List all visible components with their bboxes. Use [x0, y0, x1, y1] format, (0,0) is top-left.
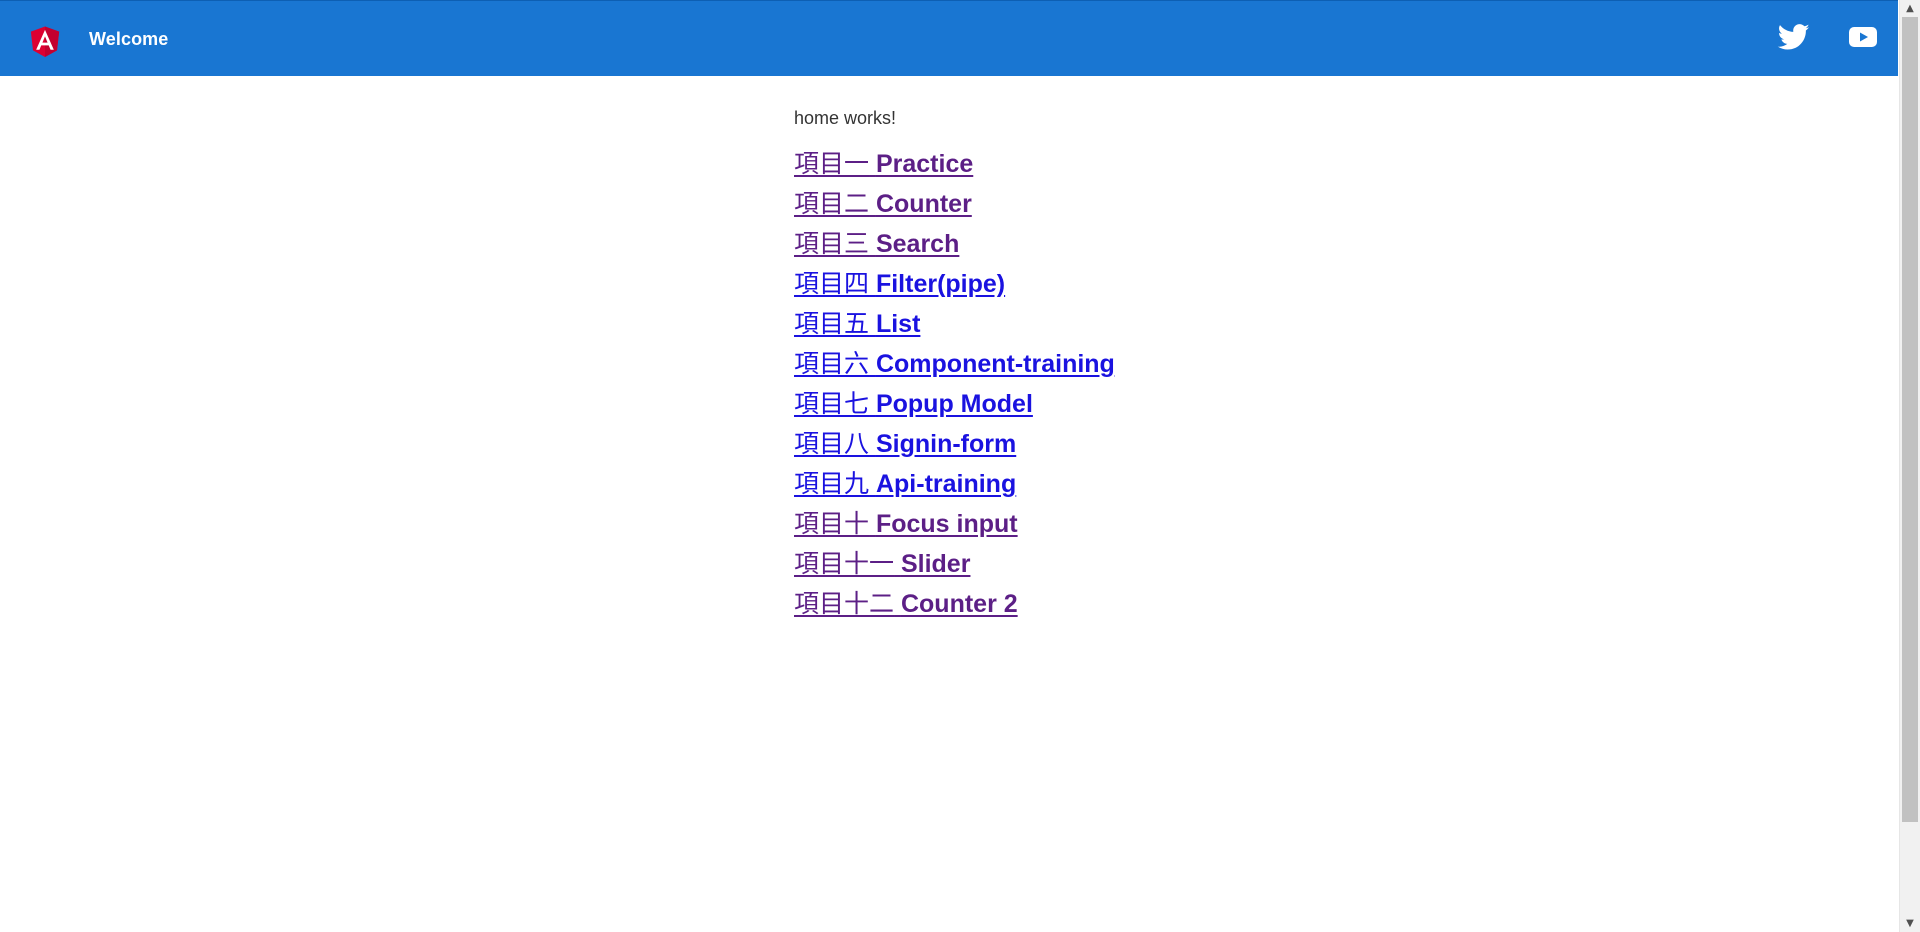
scrollbar-thumb[interactable]: [1902, 17, 1918, 822]
list-item: 項目三 Search: [794, 226, 1494, 266]
main-content: home works! 項目一 Practice 項目二 Counter 項目三 S…: [794, 106, 1494, 626]
project-link-label: Component-training: [875, 350, 1115, 378]
project-link-prefix: 項目五: [794, 309, 870, 338]
project-link-prefix: 項目十一: [794, 549, 895, 578]
project-link-label: Search: [875, 230, 960, 258]
project-link[interactable]: 項目十一 Slider: [794, 549, 971, 578]
project-link-prefix: 項目四: [794, 269, 870, 298]
list-item: 項目一 Practice: [794, 146, 1494, 186]
project-link[interactable]: 項目九 Api-training: [794, 469, 1017, 498]
project-link-label: Focus input: [875, 510, 1018, 538]
project-link-label: Counter: [875, 190, 972, 218]
list-item: 項目十 Focus input: [794, 506, 1494, 546]
project-link-label: Signin-form: [875, 430, 1017, 458]
project-link[interactable]: 項目七 Popup Model: [794, 389, 1033, 418]
project-link-prefix: 項目九: [794, 469, 870, 498]
list-item: 項目八 Signin-form: [794, 426, 1494, 466]
project-link-list: 項目一 Practice 項目二 Counter 項目三 Search 項目四 Fil…: [794, 146, 1494, 626]
project-link-prefix: 項目八: [794, 429, 870, 458]
app-title: Welcome: [89, 29, 169, 49]
project-link[interactable]: 項目一 Practice: [794, 149, 974, 178]
list-item: 項目七 Popup Model: [794, 386, 1494, 426]
project-link-label: Practice: [875, 150, 974, 178]
project-link-label: List: [875, 310, 921, 338]
project-link[interactable]: 項目十二 Counter 2: [794, 589, 1018, 618]
project-link[interactable]: 項目五 List: [794, 309, 921, 338]
project-link-prefix: 項目七: [794, 389, 870, 418]
twitter-icon[interactable]: [1777, 21, 1811, 53]
project-link[interactable]: 項目十 Focus input: [794, 509, 1018, 538]
project-link-prefix: 項目十: [794, 509, 870, 538]
project-link-label: Api-training: [875, 470, 1017, 498]
project-link-label: Counter 2: [900, 590, 1018, 618]
top-toolbar: Welcome: [0, 0, 1898, 76]
project-link[interactable]: 項目二 Counter: [794, 189, 972, 218]
list-item: 項目五 List: [794, 306, 1494, 346]
intro-text: home works!: [794, 108, 897, 128]
youtube-icon[interactable]: [1849, 25, 1877, 49]
project-link[interactable]: 項目六 Component-training: [794, 349, 1115, 378]
project-link-prefix: 項目三: [794, 229, 870, 258]
vertical-scrollbar[interactable]: ▲ ▼: [1899, 0, 1920, 932]
project-link-label: Popup Model: [875, 390, 1033, 418]
project-link-prefix: 項目六: [794, 349, 870, 378]
list-item: 項目二 Counter: [794, 186, 1494, 226]
project-link[interactable]: 項目四 Filter(pipe): [794, 269, 1006, 298]
project-link[interactable]: 項目八 Signin-form: [794, 429, 1017, 458]
list-item: 項目六 Component-training: [794, 346, 1494, 386]
list-item: 項目十一 Slider: [794, 546, 1494, 586]
project-link-prefix: 項目十二: [794, 589, 895, 618]
project-link[interactable]: 項目三 Search: [794, 229, 960, 258]
scroll-up-arrow-icon[interactable]: ▲: [1900, 0, 1920, 17]
project-link-label: Filter(pipe): [875, 270, 1006, 298]
list-item: 項目十二 Counter 2: [794, 586, 1494, 626]
page: Welcome home works! 項目一 Practice 項目二 Coun…: [0, 0, 1920, 932]
scroll-down-arrow-icon[interactable]: ▼: [1900, 915, 1920, 932]
project-link-prefix: 項目一: [794, 149, 870, 178]
list-item: 項目四 Filter(pipe): [794, 266, 1494, 306]
angular-logo-icon[interactable]: [26, 21, 64, 61]
project-link-label: Slider: [900, 550, 971, 578]
list-item: 項目九 Api-training: [794, 466, 1494, 506]
project-link-prefix: 項目二: [794, 189, 870, 218]
